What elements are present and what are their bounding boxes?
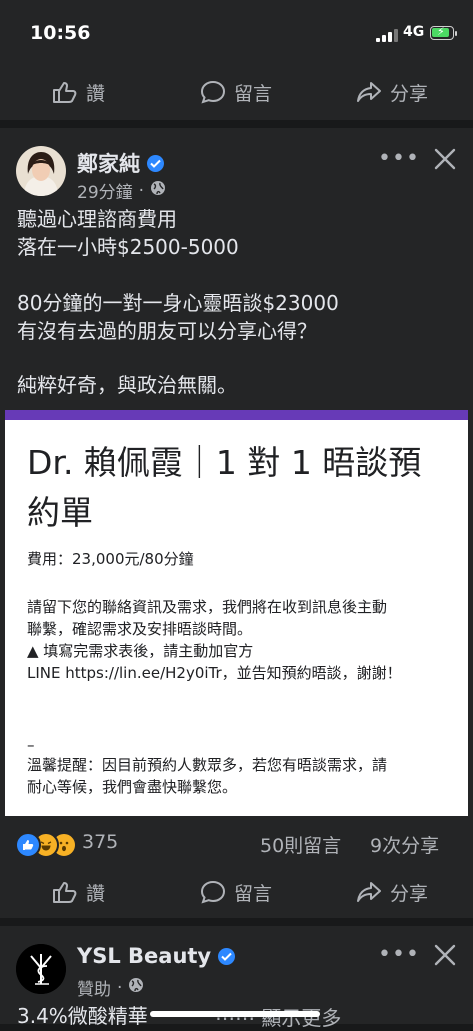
ad-text: 3.4%微酸精華 [17,1004,148,1028]
share-button[interactable]: 分享 [356,866,428,918]
action-bar-post: 讚 留言 分享 [0,866,473,918]
post-text-line: 聽過心理諮商費用 [17,207,177,231]
share-label: 分享 [390,82,429,105]
comment-icon [200,880,226,904]
like-icon [53,82,77,103]
form-body-line: 聯繫，確認需求及安排晤談時間。 [27,620,253,638]
more-icon[interactable]: ••• [378,146,420,171]
form-notice-line: 耐心等候，我們會盡快聯繫您。 [27,778,238,796]
form-fee: 費用：23,000元/80分鐘 [27,550,194,568]
like-icon [53,882,77,903]
comment-button[interactable]: 留言 [200,64,272,120]
post-time[interactable]: 29分鐘 [77,178,133,203]
post-meta: 29分鐘 · [77,178,166,203]
post-text-line: 純粹好奇，與政治無關。 [17,373,237,397]
verified-icon [218,947,236,965]
sponsored-label[interactable]: 贊助 [77,975,111,1000]
form-body-line: LINE https://lin.ee/H2y0iTr，並告知預約晤談，謝謝！ [27,664,402,682]
globe-icon [128,977,144,998]
comment-button[interactable]: 留言 [200,866,272,918]
post-author-name: 鄭家純 [77,152,140,176]
comment-icon [200,80,226,104]
close-icon[interactable] [434,944,456,970]
divider [0,918,473,926]
globe-icon [150,180,166,201]
form-body-line: ▲ 填寫完需求表後，請主動加官方 [27,642,254,660]
comment-label: 留言 [234,82,273,105]
post-text-line: 落在一小時$2500-5000 [17,235,239,259]
post-text-line: 有沒有去過的朋友可以分享心得？ [17,319,317,343]
verified-icon [147,154,164,172]
action-bar-top: 讚 留言 分享 [0,64,473,120]
divider [0,120,473,128]
share-icon [357,82,381,102]
battery-icon: ⚡ [430,25,457,40]
like-reaction-icon [15,832,41,858]
status-bar: 10:56 4G ⚡ [0,0,473,64]
network-label: 4G [403,24,425,40]
reaction-bar: 375 50則留言 9次分享 [0,816,473,870]
like-button[interactable]: 讚 [52,64,105,120]
form-accent-bar [5,410,468,420]
reaction-icons[interactable] [15,832,79,858]
ysl-logo-icon [16,944,66,994]
home-indicator[interactable] [150,1011,320,1017]
close-icon[interactable] [434,148,456,174]
ad-author-name: YSL Beauty [77,944,212,968]
avatar-image [16,146,66,196]
share-label: 分享 [390,882,429,905]
share-count[interactable]: 9次分享 [370,831,439,858]
like-label: 讚 [86,82,106,105]
meta-separator: · [117,977,123,998]
form-title: Dr. 賴佩霞｜1 對 1 晤談預約單 [27,443,422,532]
like-label: 讚 [86,882,106,905]
ad-author[interactable]: YSL Beauty [77,944,236,968]
share-icon [357,882,381,902]
post-author[interactable]: 鄭家純 [77,148,164,178]
ad-meta: 贊助 · [77,975,144,1000]
signal-icon [376,28,398,42]
comment-label: 留言 [234,882,273,905]
status-time: 10:56 [30,22,91,44]
comment-count[interactable]: 50則留言 [260,831,341,858]
brand-logo[interactable] [16,944,66,994]
avatar[interactable] [16,146,66,196]
post-text-line: 80分鐘的一對一身心靈晤談$23000 [17,291,339,315]
reaction-count[interactable]: 375 [82,831,118,853]
form-body-line: 請留下您的聯絡資訊及需求，我們將在收到訊息後主動 [27,598,388,616]
like-button[interactable]: 讚 [52,866,105,918]
more-icon[interactable]: ••• [378,942,420,967]
form-notice-line: 溫馨提醒：因目前預約人數眾多，若您有晤談需求，請 [27,756,388,774]
meta-separator: · [138,180,145,201]
form-dash: – [27,736,35,754]
share-button[interactable]: 分享 [356,64,428,120]
